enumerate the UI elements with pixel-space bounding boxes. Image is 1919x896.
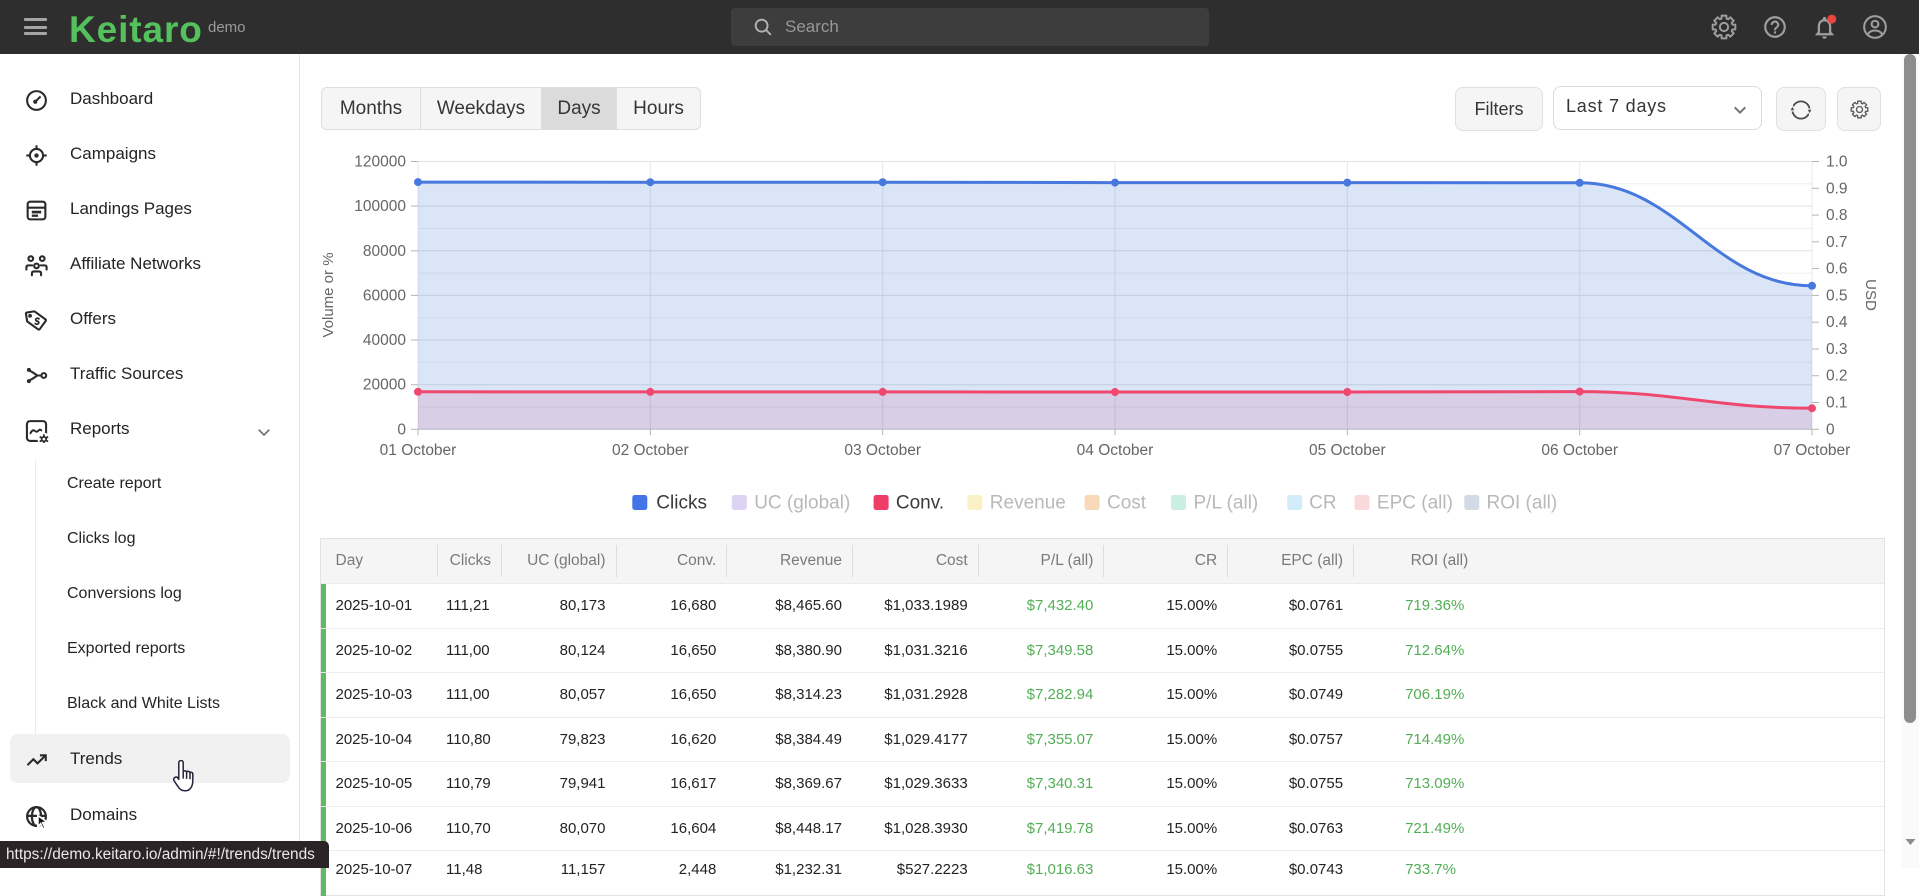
svg-text:0.3: 0.3: [1826, 341, 1848, 358]
svg-text:0.4: 0.4: [1826, 314, 1848, 331]
svg-text:0.9: 0.9: [1826, 180, 1848, 197]
svg-text:1.0: 1.0: [1826, 154, 1848, 171]
svg-text:Clicks: Clicks: [656, 493, 707, 514]
svg-text:0.7: 0.7: [1826, 234, 1848, 251]
svg-text:0: 0: [1826, 421, 1835, 438]
svg-text:100000: 100000: [354, 198, 406, 215]
svg-text:0.1: 0.1: [1826, 395, 1848, 412]
svg-text:0.5: 0.5: [1826, 287, 1848, 304]
svg-text:0: 0: [397, 421, 406, 438]
svg-text:04 October: 04 October: [1077, 442, 1154, 459]
svg-text:Revenue: Revenue: [990, 493, 1066, 514]
svg-text:0.2: 0.2: [1826, 368, 1848, 385]
svg-text:40000: 40000: [363, 332, 406, 349]
svg-text:80000: 80000: [363, 243, 406, 260]
svg-text:0.6: 0.6: [1826, 261, 1848, 278]
svg-text:20000: 20000: [363, 377, 406, 394]
svg-text:P/L (all): P/L (all): [1194, 493, 1259, 514]
svg-text:USD: USD: [1862, 279, 1879, 311]
svg-text:120000: 120000: [354, 154, 406, 171]
svg-text:01 October: 01 October: [380, 442, 457, 459]
svg-text:ROI (all): ROI (all): [1487, 493, 1558, 514]
svg-text:06 October: 06 October: [1541, 442, 1618, 459]
svg-text:05 October: 05 October: [1309, 442, 1386, 459]
svg-text:07 October: 07 October: [1774, 442, 1851, 459]
svg-text:Cost: Cost: [1107, 493, 1147, 514]
svg-text:60000: 60000: [363, 287, 406, 304]
svg-text:0.8: 0.8: [1826, 207, 1848, 224]
svg-text:Volume or %: Volume or %: [320, 252, 337, 337]
svg-text:03 October: 03 October: [844, 442, 921, 459]
svg-text:Conv.: Conv.: [896, 493, 944, 514]
svg-text:02 October: 02 October: [612, 442, 689, 459]
svg-text:UC (global): UC (global): [754, 493, 850, 514]
svg-text:EPC (all): EPC (all): [1377, 493, 1453, 514]
svg-text:CR: CR: [1309, 493, 1336, 514]
